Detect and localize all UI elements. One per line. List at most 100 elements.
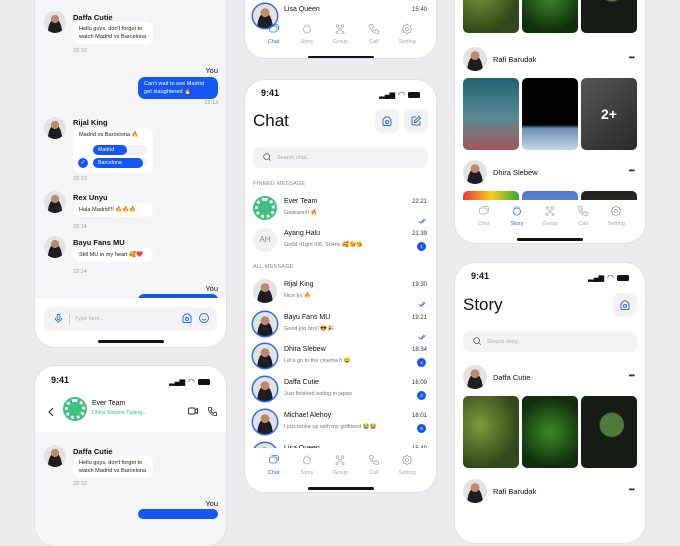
more-options-icon[interactable]: ••• xyxy=(629,53,635,62)
tab-chat[interactable]: Chat xyxy=(469,205,499,231)
more-options-icon[interactable]: ••• xyxy=(629,485,635,494)
more-options-icon[interactable]: ••• xyxy=(629,371,635,380)
story-thumbnail[interactable] xyxy=(463,78,519,150)
message-time: 21:39 xyxy=(411,231,427,237)
chat-list-item[interactable]: Bayu Fans MU Good job bro!! 😎🎉 19:21 xyxy=(245,311,436,342)
chat-list-item[interactable]: Michael Alehoy I just broke up with my gi… xyxy=(245,409,436,440)
avatar[interactable] xyxy=(463,160,487,184)
status-time: 9:41 xyxy=(51,375,70,385)
search-placeholder: Search story... xyxy=(487,338,523,345)
story-thumbnail[interactable] xyxy=(581,0,637,33)
message-bubble: Still MU in my heart 🥰❤️ xyxy=(73,248,153,262)
avatar[interactable] xyxy=(463,479,487,503)
avatar xyxy=(253,311,277,336)
message-preview: Just finished eating in japan xyxy=(284,391,352,398)
camera-icon[interactable] xyxy=(181,312,193,326)
story-thumbnail[interactable] xyxy=(463,0,519,33)
message-time: 22:12 xyxy=(73,481,87,487)
contact-name: Dhira Slebew xyxy=(284,346,326,354)
tab-label: Call xyxy=(369,470,379,476)
camera-button[interactable] xyxy=(613,293,637,317)
chat-list-item[interactable]: Dhira Slebew Let's go to the cinema fi 😀 1… xyxy=(245,344,436,374)
tab-setting[interactable]: Setting xyxy=(392,23,422,49)
tab-group[interactable]: Group xyxy=(325,23,355,49)
battery-icon xyxy=(408,91,420,98)
message-input[interactable]: Type here... xyxy=(44,307,217,331)
poll-option-label: Barcelona xyxy=(93,158,143,168)
chat-list-item[interactable]: Daffa Cutie Just finished eating in japan… xyxy=(245,377,436,407)
input-placeholder: Type here... xyxy=(75,316,105,322)
phone-call-icon[interactable] xyxy=(207,404,218,422)
tab-group[interactable]: Group xyxy=(535,205,565,231)
message-time: 22:12 xyxy=(73,48,87,54)
tab-story[interactable]: Story xyxy=(292,454,322,480)
avatar xyxy=(253,344,277,369)
tab-setting[interactable]: Setting xyxy=(392,454,422,480)
contact-name: Rijal King xyxy=(284,281,314,288)
tab-call[interactable]: Call xyxy=(568,205,598,231)
camera-button[interactable] xyxy=(375,109,399,133)
typing-indicator: Dhira Slebew Typing... xyxy=(92,410,147,416)
avatar[interactable] xyxy=(463,47,487,71)
battery-icon xyxy=(198,378,210,385)
story-thumbnail[interactable] xyxy=(463,396,519,468)
search-input[interactable]: Search story... xyxy=(463,331,637,352)
chat-list-item[interactable]: AH Ayang Halu Go0d n1ght t00, Su4mi 🥰😘😘 21:… xyxy=(245,228,436,258)
all-section-label: ALL MESSAGE xyxy=(253,264,294,270)
poll-option[interactable]: Barcelona xyxy=(93,158,147,168)
bottom-tab-bar: Chat Story Group Call Setting xyxy=(245,23,436,49)
radio-icon[interactable] xyxy=(78,145,88,155)
story-thumbnail[interactable] xyxy=(522,78,578,150)
poll-option[interactable]: Madrid xyxy=(93,145,147,155)
emoji-icon[interactable] xyxy=(198,312,210,326)
sender-name: Daffa Cutie xyxy=(73,13,113,22)
story-icon xyxy=(511,205,523,219)
tab-story[interactable]: Story xyxy=(502,205,532,231)
video-call-icon[interactable] xyxy=(187,404,199,422)
more-options-icon[interactable]: ••• xyxy=(629,166,635,175)
message-time: 22:13 xyxy=(73,176,87,182)
story-thumbnail[interactable]: 2+ xyxy=(581,78,637,150)
search-input[interactable]: Search chat... xyxy=(253,147,428,168)
story-thumbnail[interactable] xyxy=(522,396,578,468)
avatar[interactable] xyxy=(44,445,66,467)
avatar[interactable] xyxy=(44,11,66,33)
new-chat-button[interactable] xyxy=(404,109,428,133)
tab-chat[interactable]: Chat xyxy=(259,454,289,480)
avatar[interactable] xyxy=(44,191,66,213)
tab-story[interactable]: Story xyxy=(292,23,322,49)
check-icon[interactable]: ✓ xyxy=(78,158,88,168)
wifi-icon: ◠ xyxy=(398,90,405,99)
tab-group[interactable]: Group xyxy=(325,454,355,480)
avatar[interactable] xyxy=(44,117,66,139)
you-label: You xyxy=(205,284,218,293)
avatar[interactable] xyxy=(463,365,487,389)
chat-icon xyxy=(478,205,490,219)
bottom-tab-bar: Chat Story Group Call Setting xyxy=(455,205,645,231)
home-indicator xyxy=(97,340,164,343)
tab-call[interactable]: Call xyxy=(359,454,389,480)
signal-icon: ▂▄▆ xyxy=(169,378,186,386)
back-button[interactable] xyxy=(47,404,55,422)
message-time: 18:34 xyxy=(411,347,427,354)
chat-header: 9:41 ▂▄▆ ◠ Ever Team Dhira Slebew Typing... xyxy=(35,366,226,432)
group-icon xyxy=(334,23,346,37)
story-thumbnail[interactable] xyxy=(581,396,637,468)
tab-chat[interactable]: Chat xyxy=(259,23,289,49)
avatar[interactable] xyxy=(44,236,66,258)
tab-call[interactable]: Call xyxy=(359,23,389,49)
chat-list-item[interactable]: Ever Team Gaskann!! 🔥 22:21 xyxy=(245,196,436,226)
story-user-name: Daffa Cutie xyxy=(493,373,531,382)
you-label: You xyxy=(205,66,218,75)
chat-list-item[interactable]: Rijal King Nice try 🔥 19:30 xyxy=(245,279,436,309)
mic-icon[interactable] xyxy=(53,313,64,326)
unread-badge: 2 xyxy=(417,391,426,401)
message-time: 22:13 xyxy=(204,100,218,106)
tab-setting[interactable]: Setting xyxy=(601,205,631,231)
story-icon xyxy=(301,454,313,468)
call-icon xyxy=(368,454,380,468)
contact-name: Ayang Halu xyxy=(284,230,321,237)
page-title: Story xyxy=(463,295,503,314)
story-thumbnail[interactable] xyxy=(522,0,578,33)
tab-label: Setting xyxy=(398,39,416,45)
